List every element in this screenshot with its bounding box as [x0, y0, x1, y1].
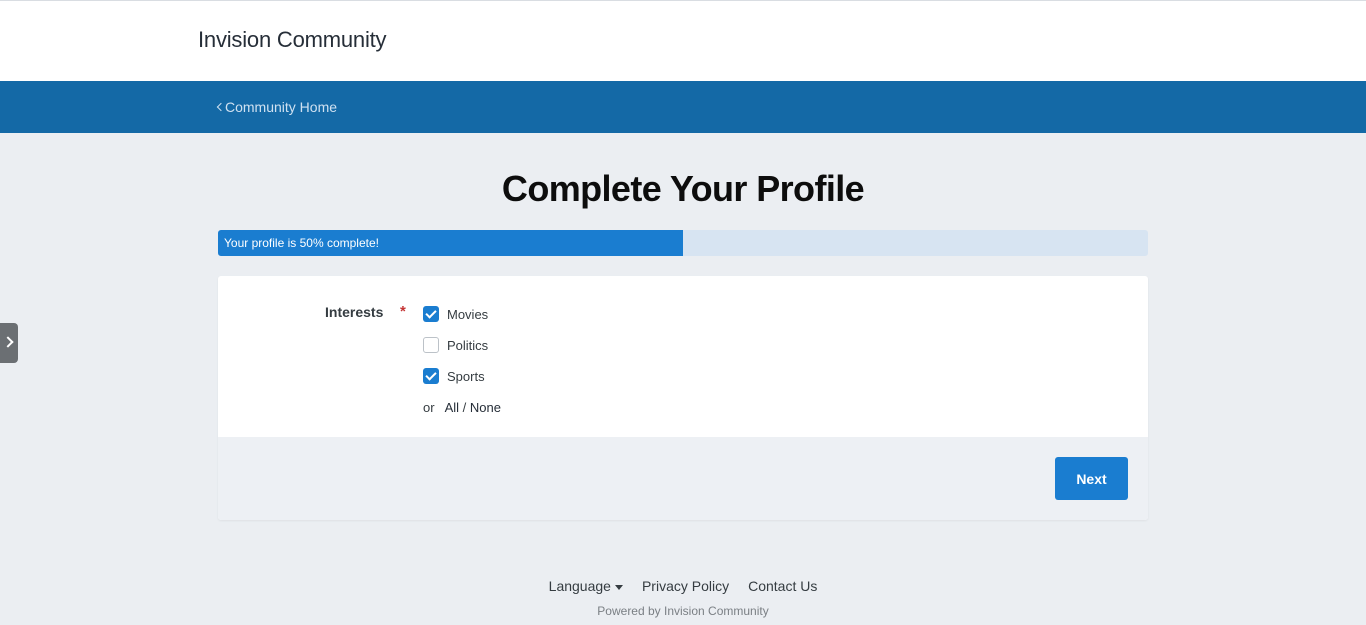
powered-by[interactable]: Powered by Invision Community	[0, 604, 1366, 618]
or-text: or	[423, 400, 435, 415]
navigation-bar: Community Home	[0, 81, 1366, 133]
caret-down-icon	[614, 584, 623, 590]
next-button[interactable]: Next	[1055, 457, 1128, 500]
select-all-link[interactable]: All	[445, 400, 459, 415]
option-label: Politics	[447, 337, 489, 353]
footer-links: Language Privacy Policy Contact Us	[0, 578, 1366, 594]
checkbox-checked-icon[interactable]	[423, 306, 439, 322]
profile-form: Interests * Movies Politics Sports or Al…	[218, 276, 1148, 520]
checkbox-unchecked-icon[interactable]	[423, 337, 439, 353]
community-home-link[interactable]: Community Home	[215, 99, 337, 115]
privacy-policy-link[interactable]: Privacy Policy	[642, 578, 729, 594]
option-politics[interactable]: Politics	[423, 335, 488, 355]
required-mark: *	[400, 303, 406, 320]
site-title[interactable]: Invision Community	[198, 27, 387, 53]
option-movies[interactable]: Movies	[423, 304, 488, 324]
option-label: Sports	[447, 368, 485, 384]
separator: /	[462, 400, 467, 415]
page-title: Complete Your Profile	[501, 168, 865, 209]
form-footer: Next	[218, 437, 1148, 520]
contact-us-link[interactable]: Contact Us	[748, 578, 817, 594]
language-menu[interactable]: Language	[549, 578, 623, 594]
option-sports[interactable]: Sports	[423, 366, 485, 386]
chevron-left-icon	[215, 100, 224, 114]
checkbox-checked-icon[interactable]	[423, 368, 439, 384]
select-none-link[interactable]: None	[470, 400, 501, 415]
profile-progress-bar: Your profile is 50% complete!	[218, 230, 1148, 256]
language-label: Language	[548, 578, 611, 594]
select-all-none: or All / None	[423, 400, 501, 415]
site-header: Invision Community	[0, 0, 1366, 81]
side-panel-toggle[interactable]	[0, 323, 18, 363]
interests-label: Interests	[325, 304, 384, 320]
progress-text: Your profile is 50% complete!	[224, 236, 379, 250]
option-label: Movies	[447, 306, 489, 322]
community-home-label: Community Home	[225, 99, 338, 115]
